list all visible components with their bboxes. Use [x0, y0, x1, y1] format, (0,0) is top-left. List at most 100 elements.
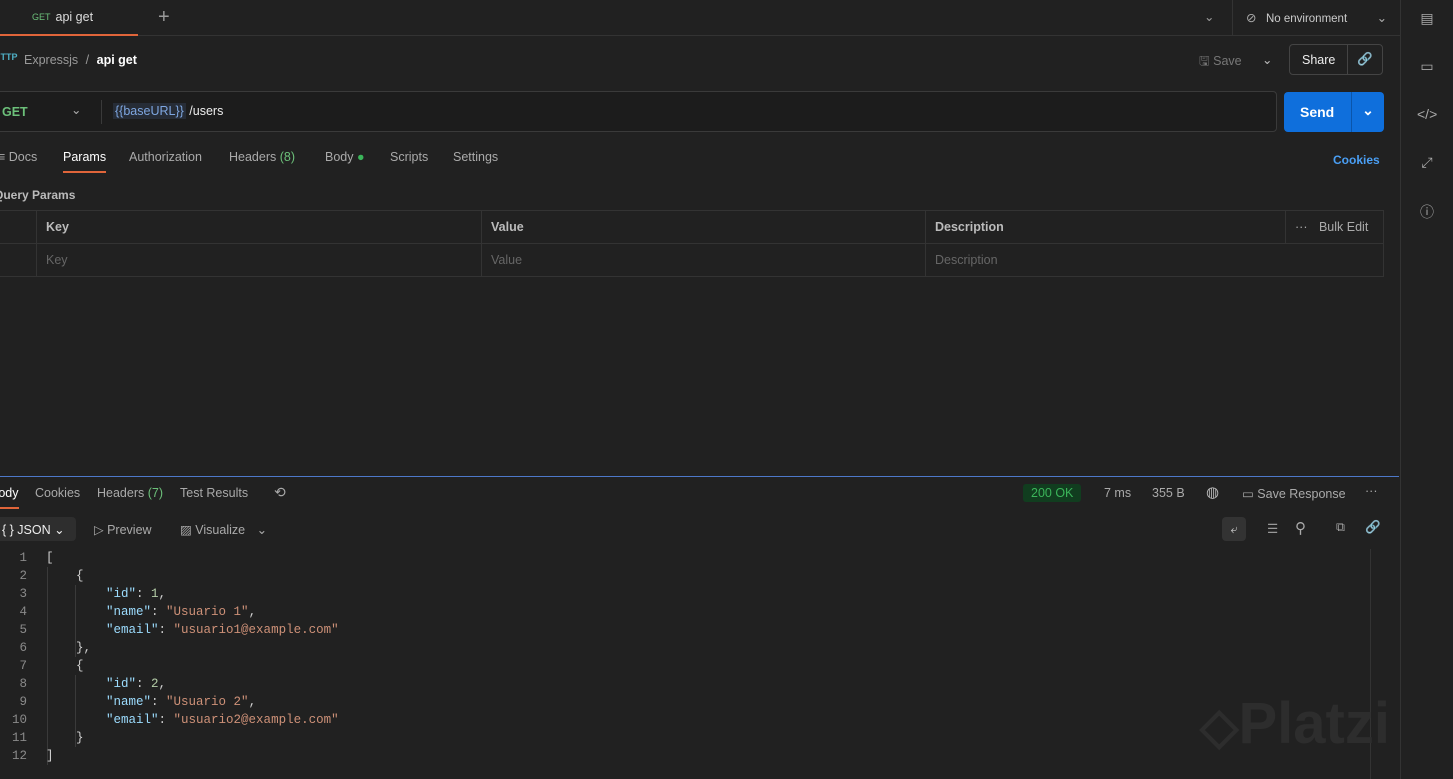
format-select[interactable]: { } JSON ⌄: [0, 517, 76, 541]
platzi-watermark: ◇Platzi: [1200, 691, 1390, 756]
code-token: :: [136, 677, 152, 691]
request-tab[interactable]: GET api get: [0, 0, 138, 36]
preview-button[interactable]: ▷ Preview: [94, 522, 152, 537]
code-line: [: [46, 551, 54, 565]
link-icon[interactable]: 🔗: [1347, 45, 1382, 74]
cookies-link[interactable]: Cookies: [1333, 153, 1380, 167]
share-button[interactable]: Share: [1290, 53, 1347, 67]
code-token: 2: [151, 677, 159, 691]
no-env-icon: ⊘: [1246, 11, 1257, 25]
divider: [1232, 0, 1233, 36]
code-token: },: [46, 641, 92, 655]
tab-headers[interactable]: Headers (8): [229, 150, 295, 164]
related-icon[interactable]: ⤢: [1417, 154, 1437, 174]
comments-icon[interactable]: ▭: [1417, 58, 1437, 78]
visualize-button[interactable]: ▨ Visualize ⌄: [180, 522, 267, 537]
divider: [101, 100, 102, 124]
line-number: 4: [19, 605, 27, 619]
send-button[interactable]: Send: [1300, 104, 1334, 120]
code-token: ,: [248, 695, 257, 709]
code-token: "email": [46, 623, 159, 637]
line-number: 9: [19, 695, 27, 709]
code-token: }: [46, 731, 84, 745]
line-number: 7: [19, 659, 27, 673]
code-token: "Usuario 1": [166, 605, 249, 619]
code-token: "usuario1@example.com": [173, 623, 339, 637]
key-input[interactable]: Key: [36, 244, 68, 277]
bulk-edit-button[interactable]: ··· Bulk Edit: [1285, 211, 1368, 244]
save-response-button[interactable]: ▭ Save Response: [1242, 486, 1346, 501]
http-icon: HTTP: [0, 52, 18, 62]
code-line: {: [46, 569, 84, 583]
resp-tab-body[interactable]: Body: [0, 486, 19, 509]
header-description: Description: [925, 211, 1004, 244]
response-divider[interactable]: [0, 476, 1399, 477]
code-token: {: [46, 659, 84, 673]
base-url-variable[interactable]: {{baseURL}}: [113, 103, 186, 119]
send-options-icon[interactable]: ⌄: [1351, 92, 1384, 132]
description-input[interactable]: Description: [925, 244, 998, 277]
save-button[interactable]: 🖫 Save: [1199, 52, 1242, 73]
tab-method: GET: [32, 12, 51, 22]
copy-icon[interactable]: ⧉: [1336, 520, 1345, 535]
environment-selector[interactable]: ⊘ No environment ⌄: [1246, 10, 1387, 25]
save-options-icon[interactable]: ⌄: [1262, 52, 1272, 67]
tab-scripts[interactable]: Scripts: [390, 150, 428, 164]
method-select[interactable]: GET: [2, 105, 28, 119]
resp-tab-cookies[interactable]: Cookies: [35, 486, 80, 500]
line-number: 3: [19, 587, 27, 601]
code-token: 1: [151, 587, 159, 601]
value-input[interactable]: Value: [481, 244, 522, 277]
tabs-dropdown-icon[interactable]: ⌄: [1204, 9, 1214, 24]
resp-tab-headers[interactable]: Headers (7): [97, 486, 163, 500]
line-number: 2: [19, 569, 27, 583]
documentation-icon[interactable]: ▤: [1417, 10, 1437, 30]
code-line: },: [46, 641, 91, 655]
header-value: Value: [481, 211, 524, 244]
tab-params[interactable]: Params: [63, 150, 107, 173]
info-icon[interactable]: ⓘ: [1417, 202, 1437, 222]
code-line: "email": "usuario1@example.com": [46, 623, 339, 637]
code-icon[interactable]: </>: [1417, 106, 1437, 126]
response-time[interactable]: 7 ms: [1104, 486, 1131, 500]
code-token: [: [46, 551, 54, 565]
wrap-lines-icon[interactable]: ⤶: [1222, 517, 1246, 541]
tab-body[interactable]: Body ●: [325, 150, 365, 164]
code-token: "id": [46, 587, 137, 601]
table-row: Key Value Description: [0, 244, 1383, 277]
resp-tab-test-results[interactable]: Test Results: [180, 486, 248, 500]
right-sidebar: ▤ ▭ </> ⤢ ⓘ: [1400, 0, 1453, 779]
new-tab-icon[interactable]: +: [158, 6, 170, 29]
more-icon[interactable]: ···: [1365, 484, 1378, 498]
line-number: 12: [11, 749, 27, 763]
tab-docs[interactable]: ≡ Docs: [0, 150, 37, 164]
url-path: /users: [189, 104, 224, 118]
line-number: 10: [11, 713, 27, 727]
tab-authorization[interactable]: Authorization: [129, 150, 202, 164]
tab-settings[interactable]: Settings: [453, 150, 498, 164]
code-token: "Usuario 2": [166, 695, 249, 709]
filter-icon[interactable]: ☰: [1267, 521, 1278, 536]
link-icon[interactable]: 🔗: [1365, 520, 1381, 535]
status-badge[interactable]: 200 OK: [1023, 484, 1082, 502]
breadcrumb-collection[interactable]: Expressjs: [24, 53, 78, 67]
code-token: "name": [46, 605, 152, 619]
url-input[interactable]: {{baseURL}} /users: [113, 103, 224, 119]
chevron-down-icon: ⌄: [1376, 11, 1388, 25]
code-token: ,: [158, 677, 167, 691]
line-number: 8: [19, 677, 27, 691]
breadcrumb: Expressjs / api get: [24, 53, 137, 67]
method-chevron-icon[interactable]: ⌄: [71, 102, 81, 117]
code-token: :: [151, 695, 167, 709]
code-token: ]: [46, 749, 54, 763]
search-icon[interactable]: ⚲: [1295, 519, 1306, 537]
url-bar: GET ⌄ {{baseURL}} /users: [0, 91, 1277, 132]
response-size[interactable]: 355 B: [1152, 486, 1185, 500]
globe-icon[interactable]: ◍: [1206, 483, 1219, 501]
code-token: :: [151, 605, 167, 619]
breadcrumb-request[interactable]: api get: [97, 53, 137, 67]
line-number: 1: [19, 551, 27, 565]
history-icon[interactable]: ⟲: [274, 484, 286, 501]
code-token: ,: [248, 605, 257, 619]
save-label: Save: [1213, 54, 1242, 68]
